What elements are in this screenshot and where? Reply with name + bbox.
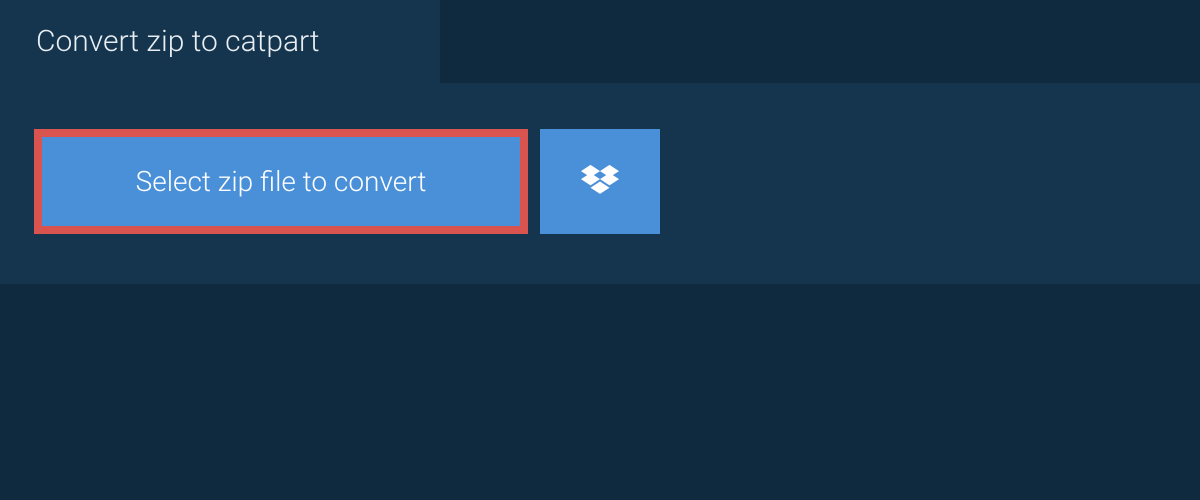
select-file-button[interactable]: Select zip file to convert [34, 129, 528, 234]
dropbox-button[interactable] [540, 129, 660, 234]
tab-bar: Convert zip to catpart [0, 0, 1200, 83]
select-file-button-label: Select zip file to convert [136, 165, 427, 198]
dropbox-icon [581, 164, 619, 200]
button-row: Select zip file to convert [34, 129, 1166, 234]
convert-panel: Select zip file to convert [0, 83, 1200, 284]
tab-label: Convert zip to catpart [36, 24, 320, 59]
tab-convert[interactable]: Convert zip to catpart [0, 0, 440, 83]
